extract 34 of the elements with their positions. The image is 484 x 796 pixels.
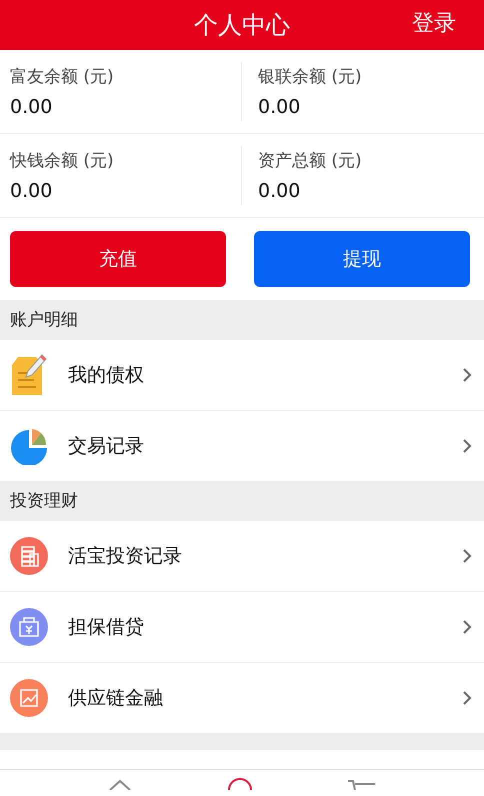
balance-label: 富友余额 (元) bbox=[10, 66, 114, 88]
balance-value: 0.00 bbox=[258, 96, 302, 118]
note-pencil-icon bbox=[10, 352, 48, 397]
menu-label: 我的债权 bbox=[68, 362, 145, 388]
menu-label: 活宝投资记录 bbox=[68, 544, 183, 569]
recharge-button[interactable]: 充值 bbox=[10, 231, 226, 287]
menu-row[interactable]: 供应链金融 bbox=[0, 662, 484, 733]
withdraw-button[interactable]: 提现 bbox=[254, 231, 470, 287]
menu-label: 供应链金融 bbox=[68, 686, 164, 711]
balance-value: 0.00 bbox=[258, 180, 302, 202]
balance-value: 0.00 bbox=[10, 96, 54, 118]
pie-chart-icon bbox=[10, 426, 48, 465]
chevron-right-icon bbox=[462, 618, 472, 635]
home-icon[interactable] bbox=[107, 778, 133, 790]
menu-row[interactable]: 交易记录 bbox=[0, 410, 484, 481]
menu-row[interactable]: 担保借贷 bbox=[0, 592, 484, 663]
menu-row[interactable]: 活宝投资记录 bbox=[0, 520, 484, 592]
balance-label: 银联余额 (元) bbox=[258, 66, 362, 88]
chevron-right-icon bbox=[462, 690, 472, 706]
balance-value: 0.00 bbox=[10, 180, 54, 202]
trend-chart-icon bbox=[10, 678, 48, 717]
section-title: 投资理财 bbox=[10, 490, 78, 512]
chevron-right-icon bbox=[462, 548, 472, 564]
menu-label: 担保借贷 bbox=[68, 614, 145, 640]
login-button[interactable]: 登录 bbox=[410, 6, 458, 40]
money-bag-icon bbox=[10, 608, 48, 646]
menu-row[interactable]: 我的债权 bbox=[0, 340, 484, 411]
menu-label: 交易记录 bbox=[68, 434, 145, 459]
balance-label: 资产总额 (元) bbox=[258, 150, 362, 172]
page-title: 个人中心 bbox=[194, 10, 290, 41]
chevron-right-icon bbox=[462, 438, 472, 454]
balance-label: 快钱余额 (元) bbox=[10, 150, 114, 172]
chevron-right-icon bbox=[462, 366, 472, 383]
section-title: 账户明细 bbox=[10, 309, 78, 332]
